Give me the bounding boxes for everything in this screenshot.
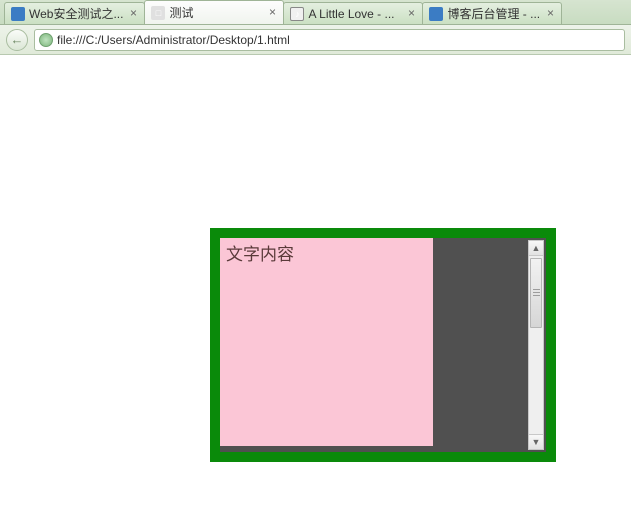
close-icon[interactable]: ×	[404, 7, 418, 21]
browser-tab[interactable]: □ 测试 ×	[144, 0, 284, 24]
tab-title: Web安全测试之...	[29, 5, 123, 22]
browser-tab[interactable]: ♪ A Little Love - ... ×	[283, 2, 423, 24]
address-bar[interactable]	[34, 29, 625, 51]
pink-content-box: 文字内容	[220, 238, 433, 446]
content-text: 文字内容	[226, 245, 294, 264]
tab-title: 博客后台管理 - ...	[447, 5, 540, 22]
green-frame: 文字内容 ▲ ▼	[210, 228, 556, 462]
globe-icon	[39, 33, 53, 47]
url-input[interactable]	[57, 33, 620, 47]
close-icon[interactable]: ×	[265, 6, 279, 20]
tab-title: A Little Love - ...	[308, 7, 401, 21]
browser-tab[interactable]: Web安全测试之... ×	[4, 2, 145, 24]
scroll-down-button[interactable]: ▼	[529, 434, 543, 449]
back-arrow-icon: ←	[11, 32, 24, 47]
close-icon[interactable]: ×	[543, 7, 557, 21]
scroll-track[interactable]	[529, 256, 543, 434]
vertical-scrollbar[interactable]: ▲ ▼	[528, 240, 544, 450]
close-icon[interactable]: ×	[126, 7, 140, 21]
scroll-thumb[interactable]	[530, 258, 542, 328]
browser-nav-row: ←	[0, 25, 631, 55]
scroll-grip-icon	[533, 289, 540, 297]
browser-tab[interactable]: 博客后台管理 - ... ×	[422, 2, 562, 24]
browser-tab-bar: Web安全测试之... × □ 测试 × ♪ A Little Love - .…	[0, 0, 631, 25]
file-icon: □	[151, 6, 165, 20]
site-icon	[11, 7, 25, 21]
back-button[interactable]: ←	[6, 29, 28, 51]
gray-panel: 文字内容 ▲ ▼	[220, 238, 546, 452]
site-icon	[429, 7, 443, 21]
scroll-up-button[interactable]: ▲	[529, 241, 543, 256]
music-icon: ♪	[290, 7, 304, 21]
page-viewport: 文字内容 ▲ ▼	[0, 55, 631, 505]
tab-title: 测试	[169, 4, 262, 21]
